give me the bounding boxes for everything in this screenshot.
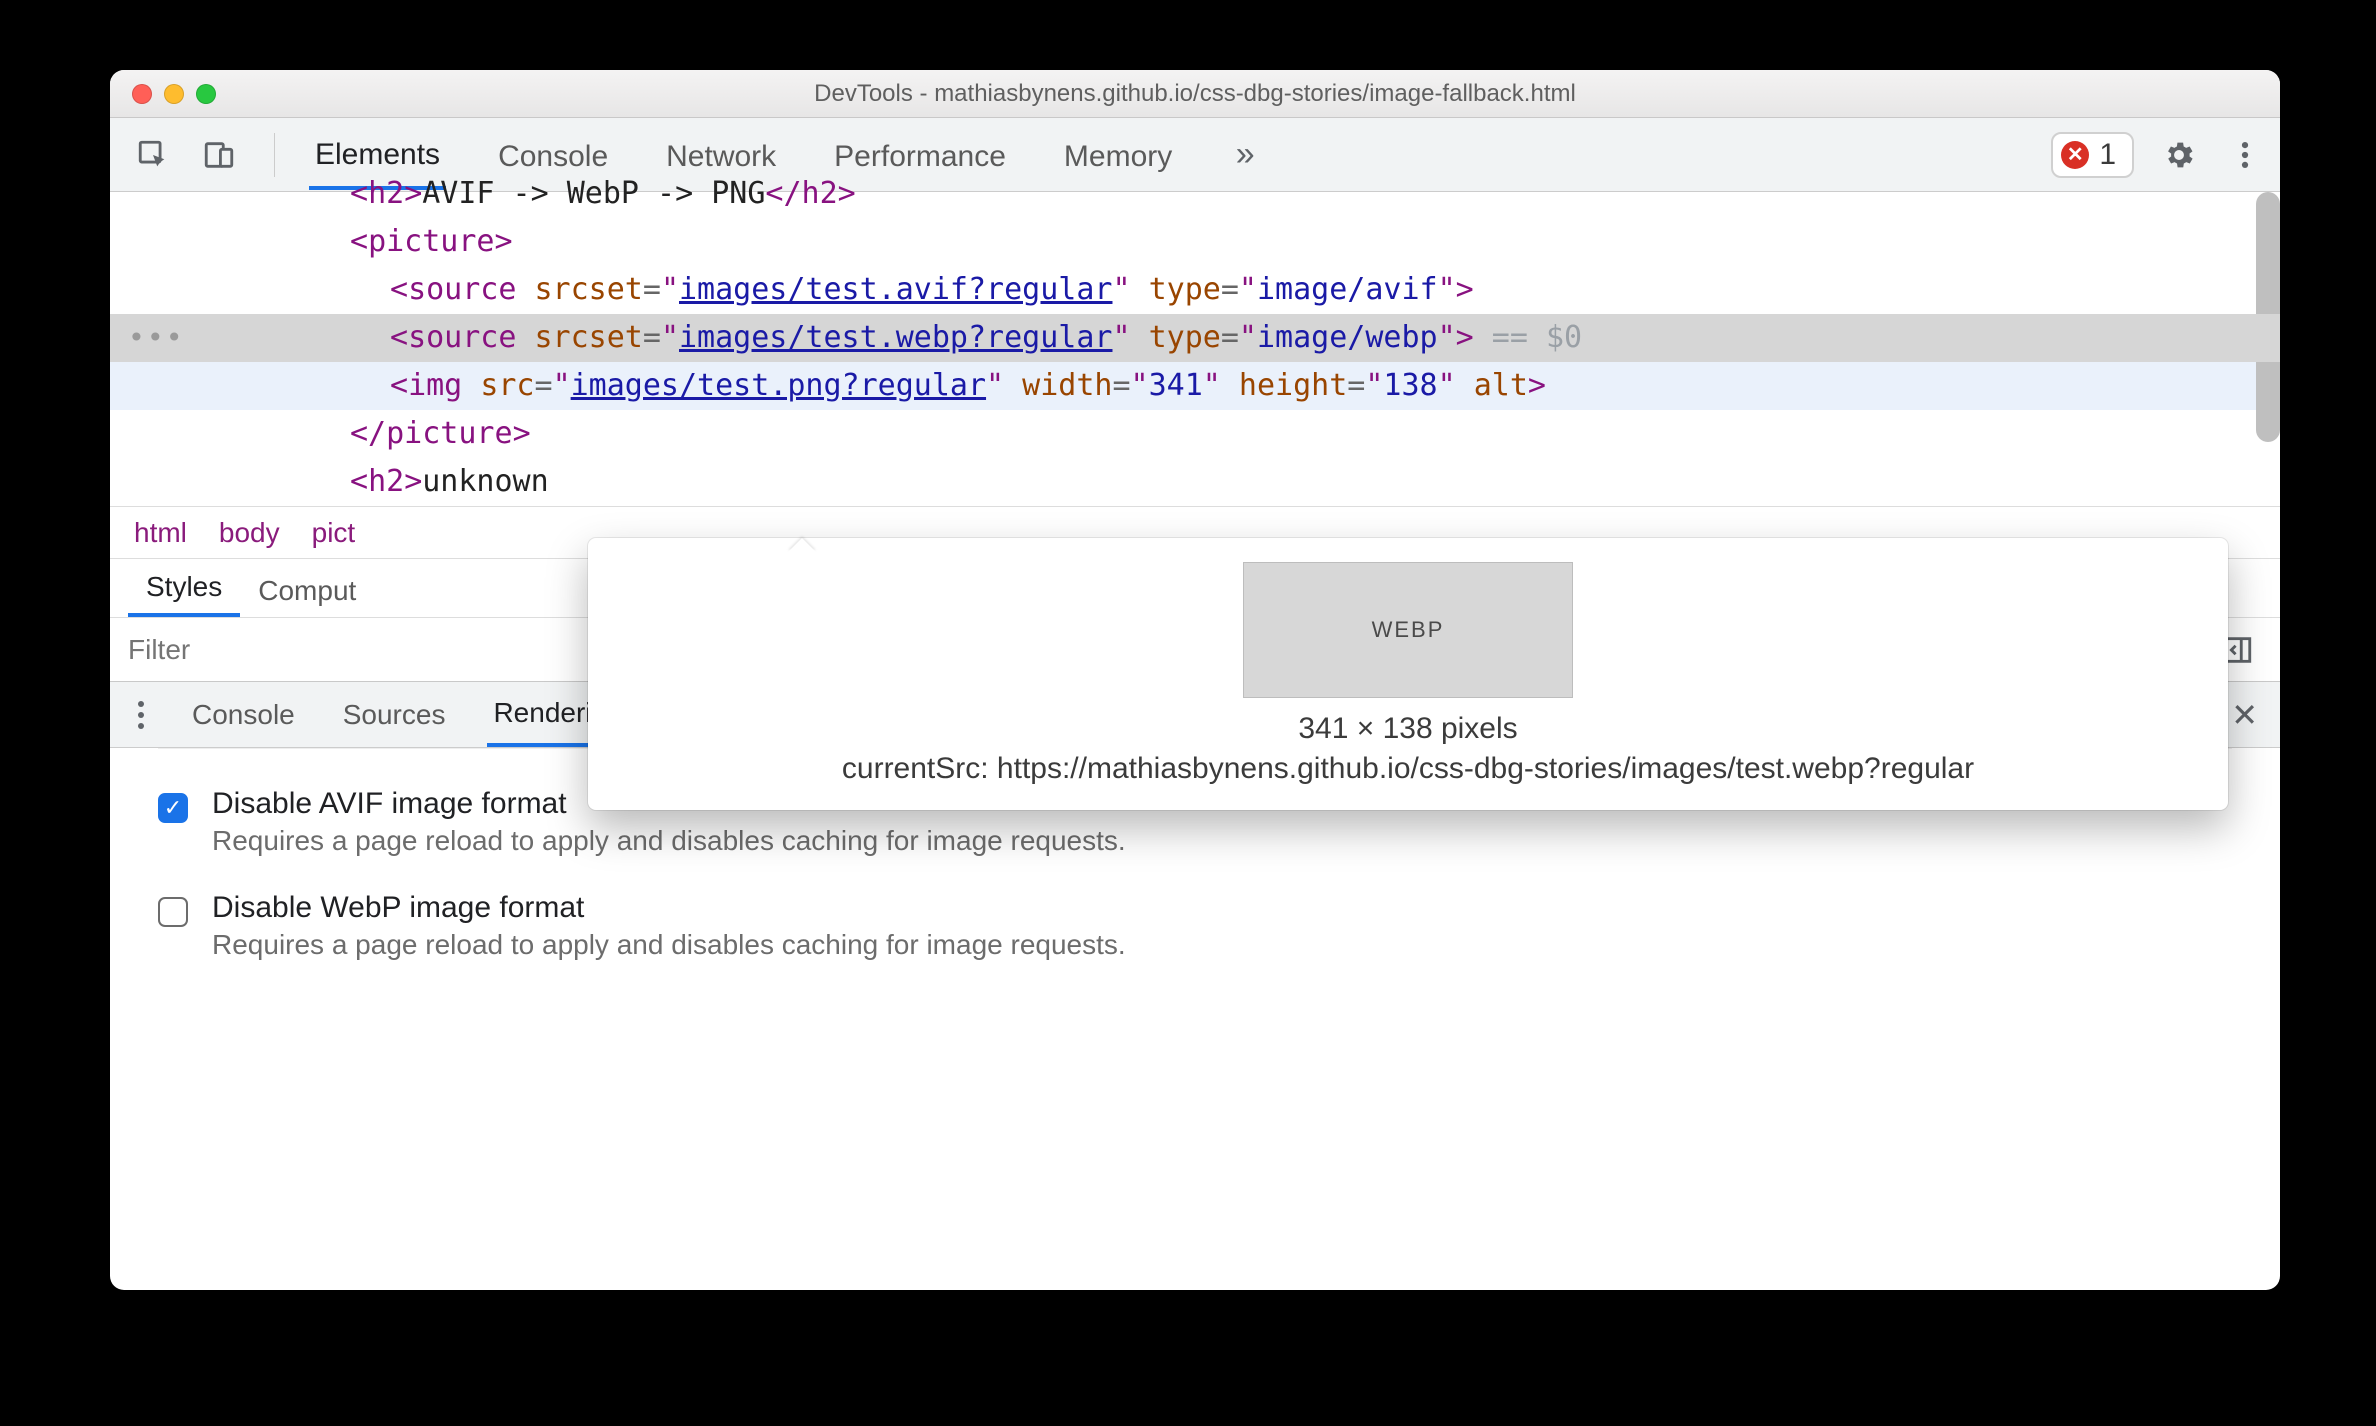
dom-row-selected[interactable]: <source srcset="images/test.webp?regular… [110, 314, 2280, 362]
error-icon: ✕ [2061, 141, 2089, 169]
devtools-window: DevTools - mathiasbynens.github.io/css-d… [110, 70, 2280, 1290]
window-title: DevTools - mathiasbynens.github.io/css-d… [110, 80, 2280, 108]
window-titlebar: DevTools - mathiasbynens.github.io/css-d… [110, 70, 2280, 118]
dom-tree[interactable]: <h2>AVIF -> WebP -> PNG</h2> <picture> <… [110, 192, 2280, 506]
subtab-computed[interactable]: Comput [240, 565, 374, 617]
drawer-tab-sources[interactable]: Sources [337, 685, 452, 745]
crumb-html[interactable]: html [134, 517, 187, 549]
drawer-menu-icon[interactable] [132, 701, 150, 729]
styles-filter-input[interactable] [110, 628, 507, 672]
dom-row-hover[interactable]: <img src="images/test.png?regular" width… [110, 362, 2280, 410]
dom-row[interactable]: </picture> [110, 410, 2280, 458]
option-disable-webp[interactable]: Disable WebP image format Requires a pag… [158, 891, 2232, 961]
dom-row[interactable]: <h2>AVIF -> WebP -> PNG</h2> [110, 170, 2280, 218]
image-current-src: currentSrc: https://mathiasbynens.github… [618, 752, 2198, 786]
image-thumbnail: WEBP [1243, 562, 1573, 698]
dom-row[interactable]: <source srcset="images/test.avif?regular… [110, 266, 2280, 314]
dom-row[interactable]: <h2>unknown [110, 458, 2280, 506]
image-preview-tooltip: WEBP 341 × 138 pixels currentSrc: https:… [588, 538, 2228, 810]
drawer-close-icon[interactable]: ✕ [2231, 696, 2258, 734]
option-desc: Requires a page reload to apply and disa… [212, 929, 1126, 961]
dom-row[interactable]: <picture> [110, 218, 2280, 266]
drawer-tab-console[interactable]: Console [186, 685, 301, 745]
checkbox-checked-icon[interactable]: ✓ [158, 793, 188, 823]
subtab-styles[interactable]: Styles [128, 561, 240, 617]
checkbox-unchecked-icon[interactable] [158, 897, 188, 927]
crumb-body[interactable]: body [219, 517, 280, 549]
error-count: 1 [2099, 138, 2116, 172]
image-dimensions: 341 × 138 pixels [618, 712, 2198, 746]
option-desc: Requires a page reload to apply and disa… [212, 825, 1126, 857]
option-title: Disable WebP image format [212, 891, 1126, 925]
crumb-picture[interactable]: pict [312, 517, 356, 549]
